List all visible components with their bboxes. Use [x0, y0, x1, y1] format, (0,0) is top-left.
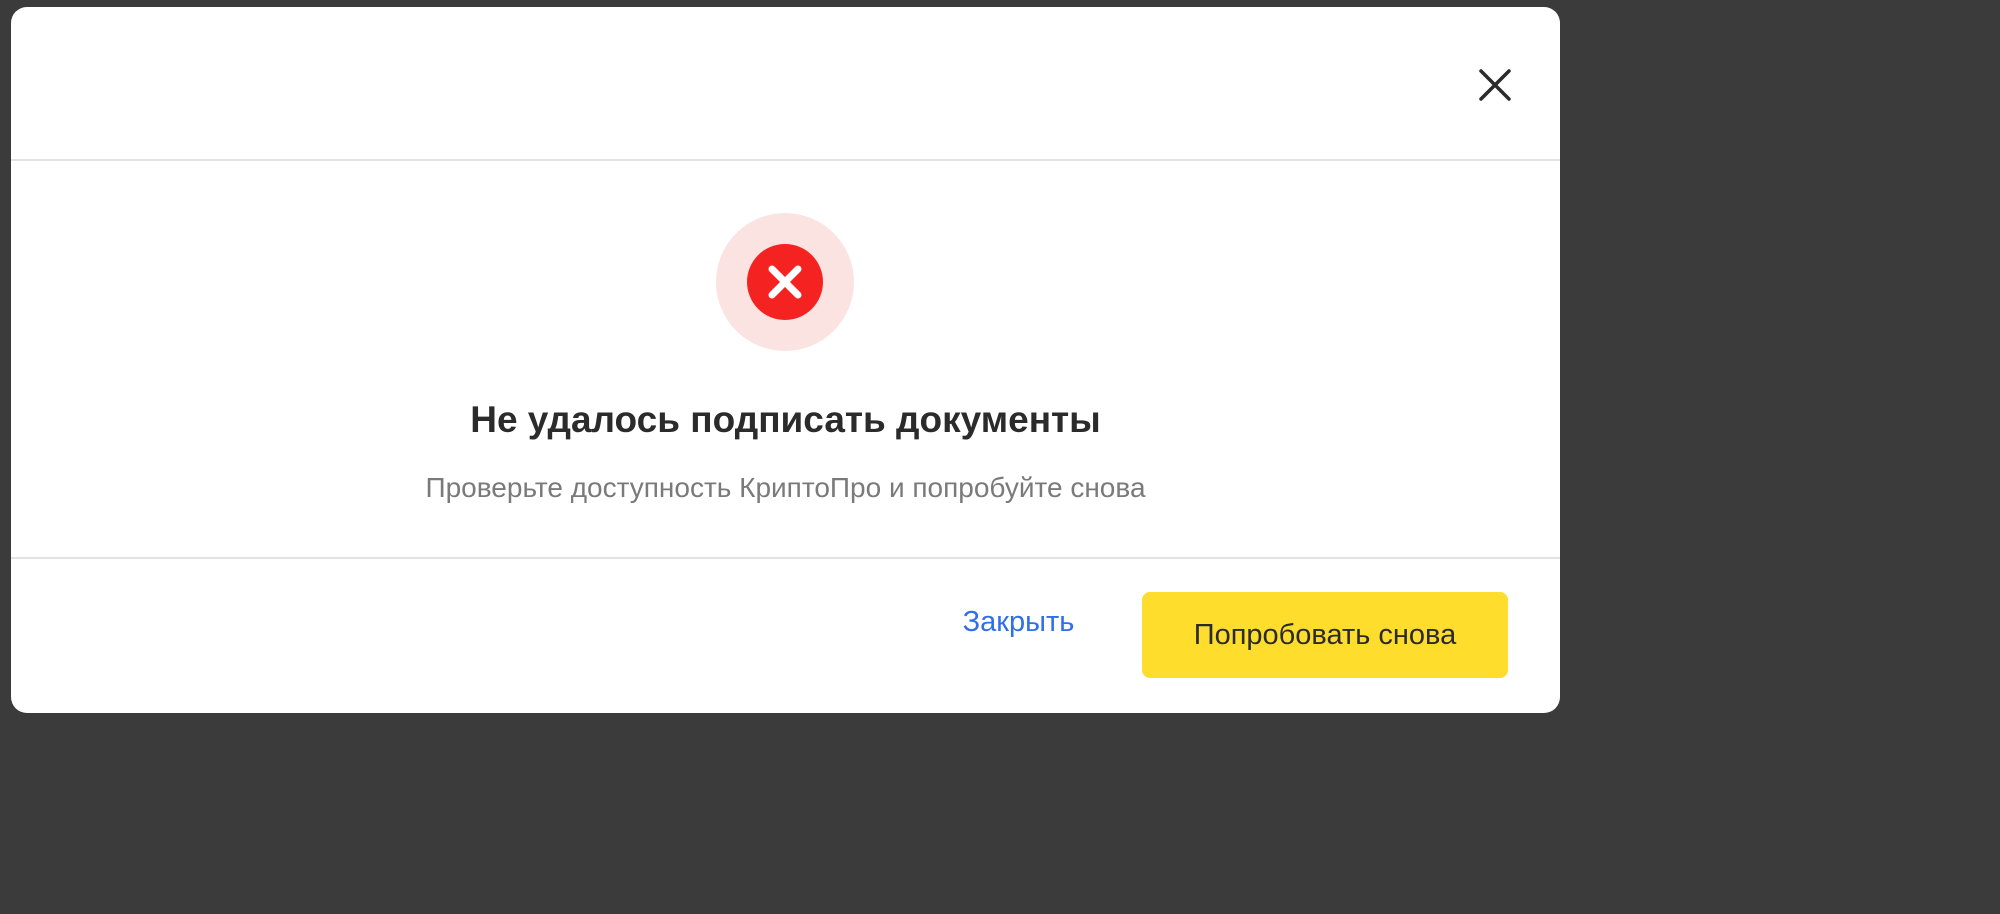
dialog-message: Проверьте доступность КриптоПро и попроб…	[425, 472, 1146, 503]
dialog-footer: Закрыть Попробовать снова	[11, 559, 1560, 713]
close-icon[interactable]	[1475, 65, 1515, 105]
dialog-header	[11, 7, 1560, 161]
close-button[interactable]: Закрыть	[941, 592, 1096, 652]
error-dialog: Не удалось подписать документы Проверьте…	[11, 7, 1560, 713]
retry-button[interactable]: Попробовать снова	[1142, 592, 1508, 678]
dialog-body: Не удалось подписать документы Проверьте…	[11, 161, 1560, 559]
dialog-title: Не удалось подписать документы	[470, 399, 1101, 440]
error-cross-icon	[747, 244, 823, 320]
error-status-halo	[716, 213, 854, 351]
